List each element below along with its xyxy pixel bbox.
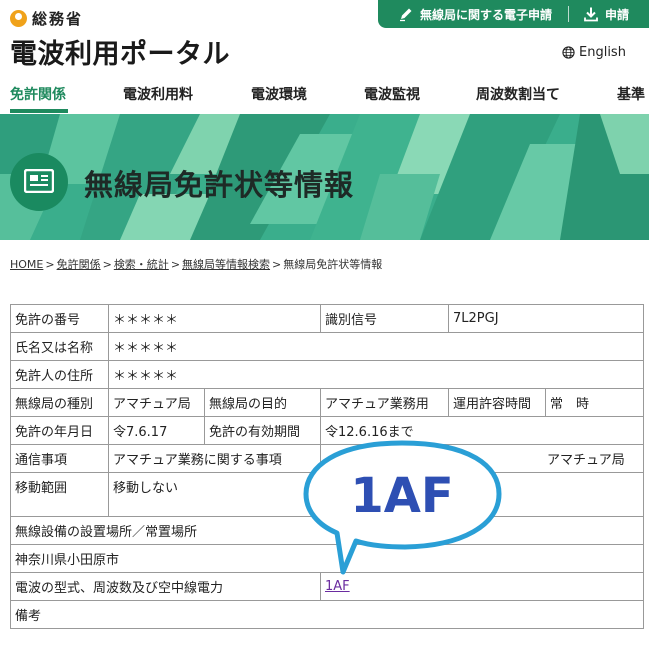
table-row: 免許の番号 ＊＊＊＊＊ 識別信号 7L2PGJ: [10, 304, 644, 333]
license-info-table: 免許の番号 ＊＊＊＊＊ 識別信号 7L2PGJ 氏名又は名称 ＊＊＊＊＊ 免許人…: [10, 304, 644, 629]
location-label: 無線設備の設置場所／常置場所: [10, 516, 644, 545]
site-header: 総務省 電波利用ポータル 無線局に関する電子申請 申請 English: [0, 0, 649, 78]
callsign-value: 7L2PGJ: [448, 304, 644, 333]
breadcrumb-current: 無線局免許状等情報: [283, 258, 383, 271]
breadcrumb: HOME > 免許関係 > 検索・統計 > 無線局等情報検索 > 無線局免許状等情報: [10, 256, 382, 272]
range-label: 移動範囲: [10, 472, 109, 517]
partner-label: の相手方: [320, 444, 449, 473]
license-number-label: 免許の番号: [10, 304, 109, 333]
table-row: 備考: [10, 600, 644, 629]
application-download-link[interactable]: 申請: [583, 6, 629, 23]
application-download-label: 申請: [605, 7, 630, 22]
table-row: 神奈川県小田原市: [10, 544, 644, 573]
nav-item-usage-fee[interactable]: 電波利用料: [123, 84, 193, 104]
purpose-value: アマチュア業務用: [320, 388, 449, 417]
operation-time-value: 常 時: [545, 388, 644, 417]
globe-icon: [562, 46, 575, 59]
breadcrumb-separator: >: [272, 258, 282, 271]
nav-item-license[interactable]: 免許関係: [10, 84, 66, 104]
breadcrumb-license[interactable]: 免許関係: [57, 258, 101, 271]
language-label: English: [579, 45, 626, 60]
address-value: ＊＊＊＊＊: [108, 360, 644, 389]
license-date-label: 免許の年月日: [10, 416, 109, 445]
ministry-logo[interactable]: 総務省: [10, 8, 83, 29]
name-value: ＊＊＊＊＊: [108, 332, 644, 361]
table-row: 免許人の住所 ＊＊＊＊＊: [10, 360, 644, 389]
breadcrumb-separator: >: [170, 258, 181, 271]
pen-icon: [400, 8, 412, 22]
ministry-name: 総務省: [32, 10, 84, 28]
validity-label: 免許の有効期間: [204, 416, 321, 445]
table-row: 免許の年月日 令7.6.17 免許の有効期間 令12.6.16まで: [10, 416, 644, 445]
emission-type-label: 電波の型式、周波数及び空中線電力: [10, 572, 321, 601]
station-type-label: 無線局の種別: [10, 388, 109, 417]
communication-value: アマチュア業務に関する事項: [108, 444, 321, 473]
table-row: 移動範囲 移動しない: [10, 472, 644, 517]
ministry-logo-icon: [10, 10, 27, 27]
communication-label: 通信事項: [10, 444, 109, 473]
electronic-application-label: 無線局に関する電子申請: [420, 7, 553, 22]
table-row: 無線設備の設置場所／常置場所: [10, 516, 644, 545]
id-card-icon: [24, 169, 54, 193]
nav-active-indicator: [10, 109, 68, 113]
nav-item-environment[interactable]: 電波環境: [251, 84, 307, 104]
table-row: 電波の型式、周波数及び空中線電力 1AF: [10, 572, 644, 601]
electronic-application-link[interactable]: 無線局に関する電子申請: [398, 6, 552, 23]
callsign-label: 識別信号: [320, 304, 449, 333]
download-icon: [584, 7, 598, 22]
nav-item-frequency-allocation[interactable]: 周波数割当て: [476, 84, 560, 104]
main-nav: 免許関係 電波利用料 電波環境 電波監視 周波数割当て 基準: [0, 78, 649, 114]
banner-icon-circle: [10, 153, 68, 211]
location-value: 神奈川県小田原市: [10, 544, 644, 573]
partner-value: アマチュア局: [448, 444, 644, 473]
table-row: 氏名又は名称 ＊＊＊＊＊: [10, 332, 644, 361]
license-number-value: ＊＊＊＊＊: [108, 304, 321, 333]
range-value: 移動しない: [108, 472, 644, 517]
page-title: 無線局免許状等情報: [84, 168, 355, 202]
apply-divider: [568, 6, 570, 22]
station-type-value: アマチュア局: [108, 388, 205, 417]
address-label: 免許人の住所: [10, 360, 109, 389]
language-switch[interactable]: English: [562, 45, 626, 60]
remarks-label: 備考: [10, 600, 644, 629]
breadcrumb-station-search[interactable]: 無線局等情報検索: [182, 258, 270, 271]
apply-bar: 無線局に関する電子申請 申請: [378, 0, 649, 28]
name-label: 氏名又は名称: [10, 332, 109, 361]
page-banner: 無線局免許状等情報: [0, 114, 649, 240]
table-row: 通信事項 アマチュア業務に関する事項 の相手方 アマチュア局: [10, 444, 644, 473]
purpose-label: 無線局の目的: [204, 388, 321, 417]
breadcrumb-search-statistics[interactable]: 検索・統計: [114, 258, 169, 271]
emission-type-cell: 1AF: [320, 572, 644, 601]
breadcrumb-home[interactable]: HOME: [10, 258, 43, 271]
validity-value: 令12.6.16まで: [320, 416, 644, 445]
site-title[interactable]: 電波利用ポータル: [10, 32, 230, 71]
breadcrumb-separator: >: [45, 258, 55, 271]
operation-time-label: 運用許容時間: [448, 388, 546, 417]
nav-item-standards[interactable]: 基準: [617, 84, 645, 104]
license-date-value: 令7.6.17: [108, 416, 205, 445]
breadcrumb-separator: >: [102, 258, 112, 271]
emission-type-link[interactable]: 1AF: [325, 579, 350, 594]
nav-item-monitoring[interactable]: 電波監視: [364, 84, 420, 104]
table-row: 無線局の種別 アマチュア局 無線局の目的 アマチュア業務用 運用許容時間 常 時: [10, 388, 644, 417]
